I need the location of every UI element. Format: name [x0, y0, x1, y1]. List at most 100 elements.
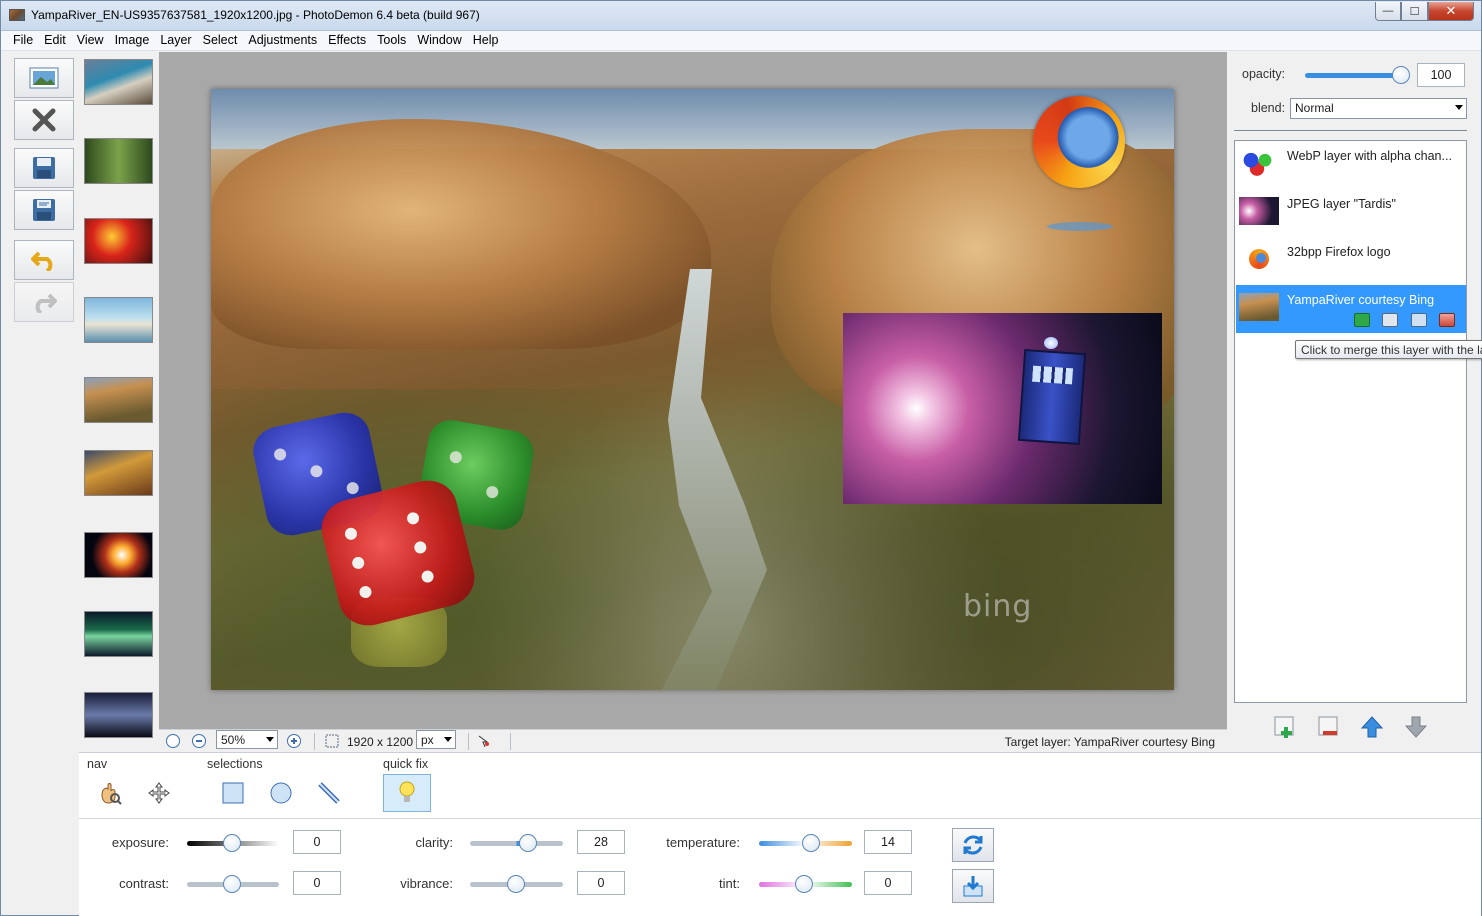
image-thumbnail[interactable] [84, 450, 153, 496]
menu-help[interactable]: Help [467, 31, 504, 50]
image-thumbnail[interactable] [84, 297, 153, 343]
quick-fix-button[interactable] [383, 774, 431, 812]
window-title: YampaRiver_EN-US9357637581_1920x1200.jpg… [31, 8, 480, 22]
blend-mode-value: Normal [1295, 101, 1334, 115]
zoom-value: 50% [221, 733, 246, 747]
clarity-slider-track[interactable] [470, 841, 563, 846]
add-layer-button[interactable] [1272, 714, 1298, 740]
layer-row-yampariver[interactable]: YampaRiver courtesy Bing [1236, 285, 1466, 333]
contrast-slider-thumb[interactable] [223, 875, 241, 893]
temperature-label: temperature: [666, 835, 740, 850]
blend-mode-select[interactable]: Normal [1290, 98, 1467, 119]
apply-adjustments-button[interactable] [952, 869, 994, 903]
refresh-arrows-icon [963, 835, 983, 855]
target-layer-status: Target layer: YampaRiver courtesy Bing [1004, 735, 1215, 749]
menu-adjustments[interactable]: Adjustments [242, 31, 322, 50]
image-thumbnail[interactable] [84, 138, 153, 184]
layer-row-firefox[interactable]: 32bpp Firefox logo [1236, 237, 1466, 285]
layer-thumbnail [1249, 249, 1269, 269]
layers-panel: opacity: 100 blend: Normal WebP layer wi… [1227, 52, 1481, 752]
zoom-out-icon[interactable] [192, 734, 206, 748]
photodemon-window: YampaRiver_EN-US9357637581_1920x1200.jpg… [0, 0, 1482, 916]
clarity-value-field[interactable]: 28 [577, 830, 625, 854]
layer-visibility-icon[interactable] [1354, 313, 1370, 327]
move-layer-up-button[interactable] [1359, 714, 1385, 740]
menu-image[interactable]: Image [109, 31, 155, 50]
image-thumbnail[interactable] [84, 59, 153, 105]
save-as-button[interactable] [14, 190, 74, 230]
unit-select[interactable]: px [416, 730, 456, 749]
vibrance-value-field[interactable]: 0 [577, 871, 625, 895]
divider [79, 818, 1481, 819]
layer-row-webp[interactable]: WebP layer with alpha chan... [1236, 141, 1466, 189]
image-thumbnail-active[interactable] [84, 377, 153, 423]
die-pip [343, 526, 359, 542]
exposure-label: exposure: [111, 835, 169, 850]
menu-file[interactable]: File [7, 31, 38, 50]
clarity-slider-thumb[interactable] [519, 834, 537, 852]
contrast-value-field[interactable]: 0 [293, 871, 341, 895]
hand-tool-button[interactable] [88, 774, 132, 812]
layer-name: WebP layer with alpha chan... [1287, 149, 1452, 163]
zoom-fit-icon[interactable] [166, 734, 180, 748]
open-image-button[interactable] [14, 58, 74, 98]
image-tabstrip [79, 52, 159, 752]
image-size-icon [325, 734, 339, 748]
title-bar: YampaRiver_EN-US9357637581_1920x1200.jpg… [1, 1, 1481, 31]
rect-select-button[interactable] [211, 774, 255, 812]
layer-merge-down-icon[interactable] [1411, 313, 1427, 327]
rectangle-select-icon [222, 782, 244, 804]
close-image-button[interactable] [14, 100, 74, 140]
die-pip [405, 511, 421, 526]
opacity-slider-thumb[interactable] [1392, 66, 1410, 84]
layer-duplicate-icon[interactable] [1382, 313, 1398, 327]
tint-value-field[interactable]: 0 [864, 871, 912, 895]
menu-view[interactable]: View [71, 31, 109, 50]
temperature-slider-thumb[interactable] [802, 834, 820, 852]
minimize-button[interactable]: — [1375, 2, 1401, 21]
move-layer-down-button[interactable] [1403, 714, 1429, 740]
maximize-button[interactable]: ☐ [1401, 2, 1428, 21]
line-select-button[interactable] [307, 774, 351, 812]
image-canvas[interactable]: bing [211, 89, 1174, 690]
image-thumbnail[interactable] [84, 611, 153, 657]
canvas-viewport[interactable]: bing [159, 52, 1227, 729]
close-x-icon [32, 108, 56, 132]
reset-adjustments-button[interactable] [952, 828, 994, 862]
opacity-slider-track[interactable] [1305, 73, 1401, 78]
menu-tools[interactable]: Tools [371, 31, 411, 50]
close-button[interactable]: ✕ [1428, 2, 1474, 21]
ellipse-select-button[interactable] [259, 774, 303, 812]
divider [1234, 130, 1467, 131]
layer-delete-icon[interactable] [1439, 313, 1455, 327]
zoom-select[interactable]: 50% [216, 730, 278, 749]
temperature-value-field[interactable]: 14 [864, 830, 912, 854]
menu-effects[interactable]: Effects [322, 31, 371, 50]
layer-name: 32bpp Firefox logo [1287, 245, 1391, 259]
delete-layer-button[interactable] [1316, 714, 1342, 740]
vibrance-label: vibrance: [400, 876, 453, 891]
vibrance-slider-thumb[interactable] [507, 875, 525, 893]
menu-select[interactable]: Select [197, 31, 243, 50]
tint-slider-thumb[interactable] [795, 875, 813, 893]
die-pip [420, 569, 435, 584]
image-thumbnail[interactable] [84, 218, 153, 264]
layer-row-tardis[interactable]: JPEG layer "Tardis" [1236, 189, 1466, 237]
undo-button[interactable] [14, 240, 74, 280]
opacity-value-field[interactable]: 100 [1417, 63, 1465, 87]
menu-edit[interactable]: Edit [38, 31, 71, 50]
redo-button[interactable] [14, 282, 74, 322]
save-button[interactable] [14, 148, 74, 188]
bing-watermark: bing [963, 589, 1033, 624]
image-thumbnail[interactable] [84, 692, 153, 738]
cursor-position-icon [478, 735, 489, 748]
exposure-value-field[interactable]: 0 [293, 830, 341, 854]
layer-thumbnail [1239, 293, 1279, 321]
minus-glyph [196, 740, 202, 742]
move-tool-button[interactable] [137, 774, 181, 812]
image-thumbnail[interactable] [84, 532, 153, 578]
menu-layer[interactable]: Layer [154, 31, 196, 50]
menu-window[interactable]: Window [411, 31, 466, 50]
exposure-slider-thumb[interactable] [223, 834, 241, 852]
zoom-in-icon[interactable] [287, 734, 301, 748]
